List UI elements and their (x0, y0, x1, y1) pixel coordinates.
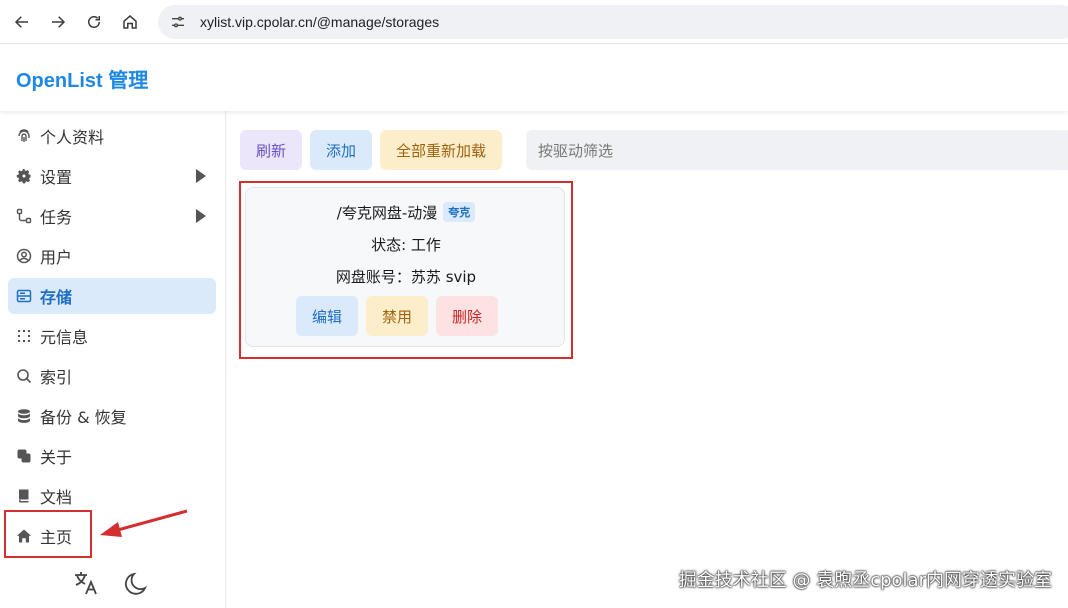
back-button[interactable] (4, 4, 40, 40)
sidebar-item-storage[interactable]: 存储 (8, 278, 216, 314)
copy-icon (16, 448, 32, 464)
book-icon (16, 488, 32, 504)
driver-badge: 夸克 (443, 202, 476, 222)
add-storage-button[interactable]: 添加 (310, 130, 373, 170)
translate-icon[interactable] (72, 569, 102, 599)
storage-path-line: /夸克网盘-动漫 夸克 (246, 202, 566, 223)
sidebar-item-profile[interactable]: 个人资料 (8, 118, 216, 154)
arrow-left-icon (14, 15, 28, 28)
reload-all-button[interactable]: 全部重新加载 (380, 130, 503, 170)
gear-icon (16, 168, 32, 184)
storage-icon (16, 288, 32, 304)
home-icon (123, 14, 137, 29)
fingerprint-icon (16, 128, 32, 144)
storage-path: /夸克网盘-动漫 (336, 204, 438, 222)
sidebar-item-backup[interactable]: 备份 & 恢复 (8, 398, 216, 434)
sidebar-item-label: 个人资料 (40, 128, 105, 147)
page-title: OpenList 管理 (16, 69, 149, 92)
site-settings-icon[interactable] (170, 14, 186, 30)
driver-filter-input[interactable]: 按驱动筛选 (526, 130, 1068, 170)
disable-button[interactable]: 禁用 (366, 296, 429, 336)
user-circle-icon (16, 248, 32, 264)
sidebar-item-users[interactable]: 用户 (8, 238, 216, 274)
sidebar-item-about[interactable]: 关于 (8, 438, 216, 474)
sidebar-item-label: 元信息 (40, 328, 89, 347)
workflow-icon (16, 208, 32, 224)
storage-card: /夸克网盘-动漫 夸克 状态: 工作 网盘账号：苏苏 svip 编辑 禁用 删除 (245, 187, 565, 347)
sidebar-item-index[interactable]: 索引 (8, 358, 216, 394)
storage-card-actions: 编辑 禁用 删除 (296, 296, 499, 336)
sidebar-item-label: 设置 (40, 168, 73, 187)
browser-toolbar: xylist.vip.cpolar.cn/@manage/storages (0, 0, 1068, 44)
reload-icon (88, 15, 100, 28)
url-text: xylist.vip.cpolar.cn/@manage/storages (200, 14, 440, 30)
metadata-icon (16, 328, 32, 344)
reload-button[interactable] (76, 4, 112, 40)
caret-right-icon (196, 209, 206, 223)
sidebar-item-tasks[interactable]: 任务 (8, 198, 216, 234)
forward-button[interactable] (40, 4, 76, 40)
storage-toolbar: 刷新 添加 全部重新加载 (240, 130, 503, 170)
sidebar-item-label: 关于 (40, 448, 73, 467)
sidebar-item-label: 文档 (40, 488, 73, 507)
watermark: 掘金技术社区 @ 袁煦丞cpolar内网穿透实验室 (678, 570, 1052, 591)
sidebar-item-label: 存储 (40, 288, 73, 307)
annotation-highlight-box (4, 510, 92, 558)
refresh-button[interactable]: 刷新 (240, 130, 303, 170)
sidebar-item-label: 索引 (40, 368, 73, 387)
arrow-right-icon (52, 15, 66, 28)
moon-icon[interactable] (124, 569, 154, 599)
annotation-arrow-icon (100, 509, 188, 537)
sidebar-item-label: 备份 & 恢复 (40, 408, 127, 427)
sidebar-item-label: 用户 (40, 248, 73, 267)
caret-right-icon (196, 169, 206, 183)
sidebar-footer (72, 569, 154, 599)
sidebar-item-settings[interactable]: 设置 (8, 158, 216, 194)
sidebar-item-label: 任务 (40, 208, 73, 227)
search-icon (16, 368, 32, 384)
storage-status: 状态: 工作 (371, 236, 441, 254)
home-browser-button[interactable] (112, 4, 148, 40)
storage-account: 网盘账号：苏苏 svip (335, 268, 477, 286)
delete-button[interactable]: 删除 (436, 296, 499, 336)
address-bar[interactable]: xylist.vip.cpolar.cn/@manage/storages (158, 5, 1068, 39)
edit-button[interactable]: 编辑 (296, 296, 359, 336)
app-header: OpenList 管理 (0, 45, 1068, 111)
sidebar-item-metadata[interactable]: 元信息 (8, 318, 216, 354)
database-icon (16, 408, 32, 424)
